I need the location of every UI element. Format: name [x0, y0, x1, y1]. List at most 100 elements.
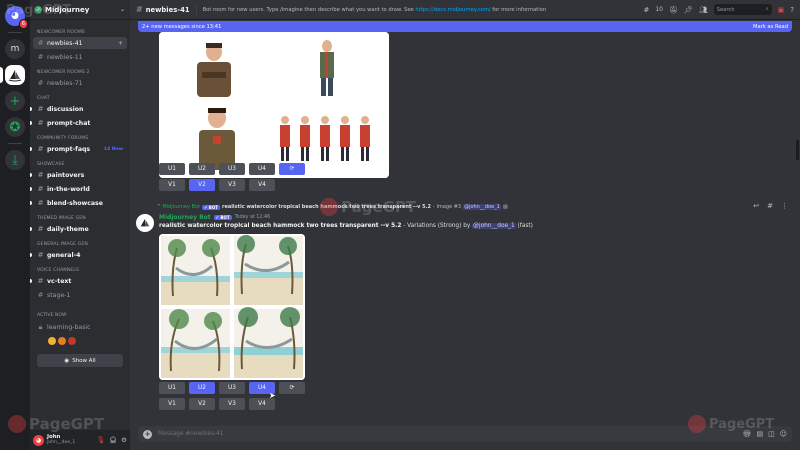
user-mention[interactable]: @john__doe_1 — [472, 223, 516, 229]
server-midjourney-button[interactable] — [0, 65, 25, 85]
avatar[interactable] — [68, 337, 76, 345]
generated-image-grid-1[interactable] — [159, 32, 389, 178]
unread-indicator — [30, 279, 32, 283]
active-channel-learning-basic[interactable]: 🔒︎ learning-basic — [33, 321, 127, 333]
upscale-button-row-2: U1 U2 U3 U4 ⟳ — [159, 382, 305, 394]
u3-button[interactable]: U3 — [219, 163, 245, 175]
channel-category[interactable]: VOICE CHANNELS — [33, 263, 127, 275]
server-m-button[interactable]: m — [5, 39, 25, 59]
v1-button[interactable]: V1 — [159, 398, 185, 410]
channel-category[interactable]: NEWCOMER ROOMS — [33, 25, 127, 37]
sidebar-item-discussion[interactable]: # discussion — [30, 103, 127, 115]
u3-button[interactable]: U3 — [219, 382, 245, 394]
scrollbar[interactable] — [796, 20, 800, 420]
u1-button[interactable]: U1 — [159, 382, 185, 394]
message-composer[interactable]: + Message #newbies-41 🎁︎ ▤ ◫ ☺ — [138, 426, 792, 442]
unread-indicator — [30, 227, 32, 231]
reply-reference[interactable]: ⌜ Midjourney Bot ✔ BOT realistic waterco… — [158, 204, 508, 210]
sidebar-item-daily-theme[interactable]: # daily-theme — [30, 223, 127, 235]
unread-indicator — [30, 147, 32, 151]
reply-mention[interactable]: @john__doe_1 — [463, 204, 501, 210]
chat-main: # newbies-41 Bot room for new users. Typ… — [130, 0, 800, 450]
soldier-illustrations-image — [159, 32, 389, 178]
hash-icon: # — [37, 79, 44, 87]
inbox-icon[interactable]: ▣ — [778, 6, 785, 14]
search-input[interactable]: Search ⌕ — [713, 4, 772, 15]
prompt-text: realistic watercolor tropical beach hamm… — [159, 223, 402, 229]
v3-button[interactable]: V3 — [219, 179, 245, 191]
discord-app: ◕ 6 m + ✪ ⤓ ✓ Midjourney ⌄ NEWCOMER ROOM… — [0, 0, 800, 450]
new-messages-bar[interactable]: 2+ new messages since 13:41 Mark as Read — [138, 21, 792, 32]
scrollbar-thumb[interactable] — [796, 140, 799, 160]
v2-button[interactable]: V2 — [189, 179, 215, 191]
v2-button[interactable]: V2 — [189, 398, 215, 410]
add-attachment-icon[interactable]: + — [143, 429, 152, 439]
sidebar-item-vc-text[interactable]: # vc-text — [30, 275, 127, 287]
avatar[interactable] — [58, 337, 66, 345]
reroll-button[interactable]: ⟳ — [279, 382, 305, 394]
u4-button[interactable]: U4 — [249, 163, 275, 175]
user-avatar[interactable]: ◕ — [33, 434, 44, 446]
show-all-button[interactable]: ◉ Show All — [37, 354, 123, 367]
compass-icon: ✪ — [9, 119, 21, 135]
download-apps-button[interactable]: ⤓ — [5, 150, 25, 170]
gift-icon[interactable]: 🎁︎ — [743, 430, 752, 438]
members-icon[interactable]: 👥︎ — [699, 6, 708, 14]
author-name[interactable]: Midjourney Bot — [159, 214, 211, 221]
u1-button[interactable]: U1 — [159, 163, 185, 175]
gif-icon[interactable]: ▤ — [756, 430, 763, 438]
v3-button[interactable]: V3 — [219, 398, 245, 410]
sidebar-item-paintovers[interactable]: # paintovers — [30, 169, 127, 181]
explore-servers-button[interactable]: ✪ — [5, 117, 25, 137]
reroll-button[interactable]: ⟳ — [279, 163, 305, 175]
invite-icon[interactable]: + — [118, 40, 123, 47]
mute-mic-icon[interactable]: 🎙︎ — [97, 436, 105, 444]
sidebar-item-newbies-11[interactable]: # newbies-11 — [33, 51, 127, 63]
sticker-icon[interactable]: ◫ — [768, 430, 775, 438]
pin-icon[interactable]: 📌︎ — [684, 6, 693, 14]
new-posts-badge: 14 New — [103, 146, 123, 152]
channel-category[interactable]: NEWCOMER ROOMS 2 — [33, 65, 127, 77]
channel-category[interactable]: SHOWCASE — [33, 157, 127, 169]
headphones-icon[interactable]: 🎧︎ — [109, 436, 117, 444]
sidebar-item-general-4[interactable]: # general-4 — [30, 249, 127, 261]
sidebar-item-stage-1[interactable]: # stage-1 — [33, 289, 127, 301]
thread-icon[interactable]: # — [767, 202, 773, 210]
channel-label: vc-text — [47, 277, 72, 285]
gear-icon[interactable]: ⚙ — [121, 436, 127, 444]
discord-home-button[interactable]: ◕ 6 — [5, 6, 28, 29]
bot-tag: ✔ BOT — [213, 215, 232, 220]
v1-button[interactable]: V1 — [159, 179, 185, 191]
threads-icon[interactable]: # — [643, 6, 649, 14]
bot-avatar[interactable] — [136, 214, 154, 232]
mark-as-read-button[interactable]: Mark as Read — [753, 24, 788, 30]
sidebar-item-blend-showcase[interactable]: # blend-showcase — [30, 197, 127, 209]
more-icon[interactable]: ⋮ — [781, 202, 788, 210]
sidebar-item-in-the-world[interactable]: # in-the-world — [30, 183, 127, 195]
server-header[interactable]: ✓ Midjourney ⌄ — [30, 0, 130, 20]
search-icon: ⌕ — [765, 6, 769, 12]
mute-bell-icon[interactable]: 🔕︎ — [669, 6, 678, 14]
help-icon[interactable]: ? — [790, 6, 794, 14]
unread-indicator — [30, 187, 32, 191]
search-placeholder: Search — [716, 6, 735, 13]
lock-icon: 🔒︎ — [38, 322, 43, 331]
v4-button[interactable]: V4 — [249, 179, 275, 191]
sidebar-item-newbies-71[interactable]: # newbies-71 — [33, 77, 127, 89]
u2-button[interactable]: U2 — [189, 163, 215, 175]
sidebar-item-prompt-chat[interactable]: # prompt-chat — [30, 117, 127, 129]
channel-category[interactable]: COMMUNITY FORUMS — [33, 131, 127, 143]
variation-button-row-1: V1 V2 V3 V4 — [159, 179, 275, 191]
add-server-button[interactable]: + — [5, 91, 25, 111]
avatar[interactable] — [48, 337, 56, 345]
channel-category[interactable]: GENERAL IMAGE GEN — [33, 237, 127, 249]
generated-image-grid-2[interactable] — [159, 234, 305, 380]
sidebar-item-prompt-faqs[interactable]: # prompt-faqs 14 New — [30, 143, 127, 155]
channel-category[interactable]: THEMED IMAGE GEN — [33, 211, 127, 223]
u2-button[interactable]: U2 — [189, 382, 215, 394]
sidebar-item-newbies-41[interactable]: # newbies-41 + — [33, 37, 127, 49]
docs-link[interactable]: https://docs.midjourney.com/ — [415, 7, 490, 13]
emoji-icon[interactable]: ☺ — [780, 430, 787, 438]
channel-category[interactable]: CHAT — [33, 91, 127, 103]
reply-icon[interactable]: ↩ — [753, 202, 759, 210]
